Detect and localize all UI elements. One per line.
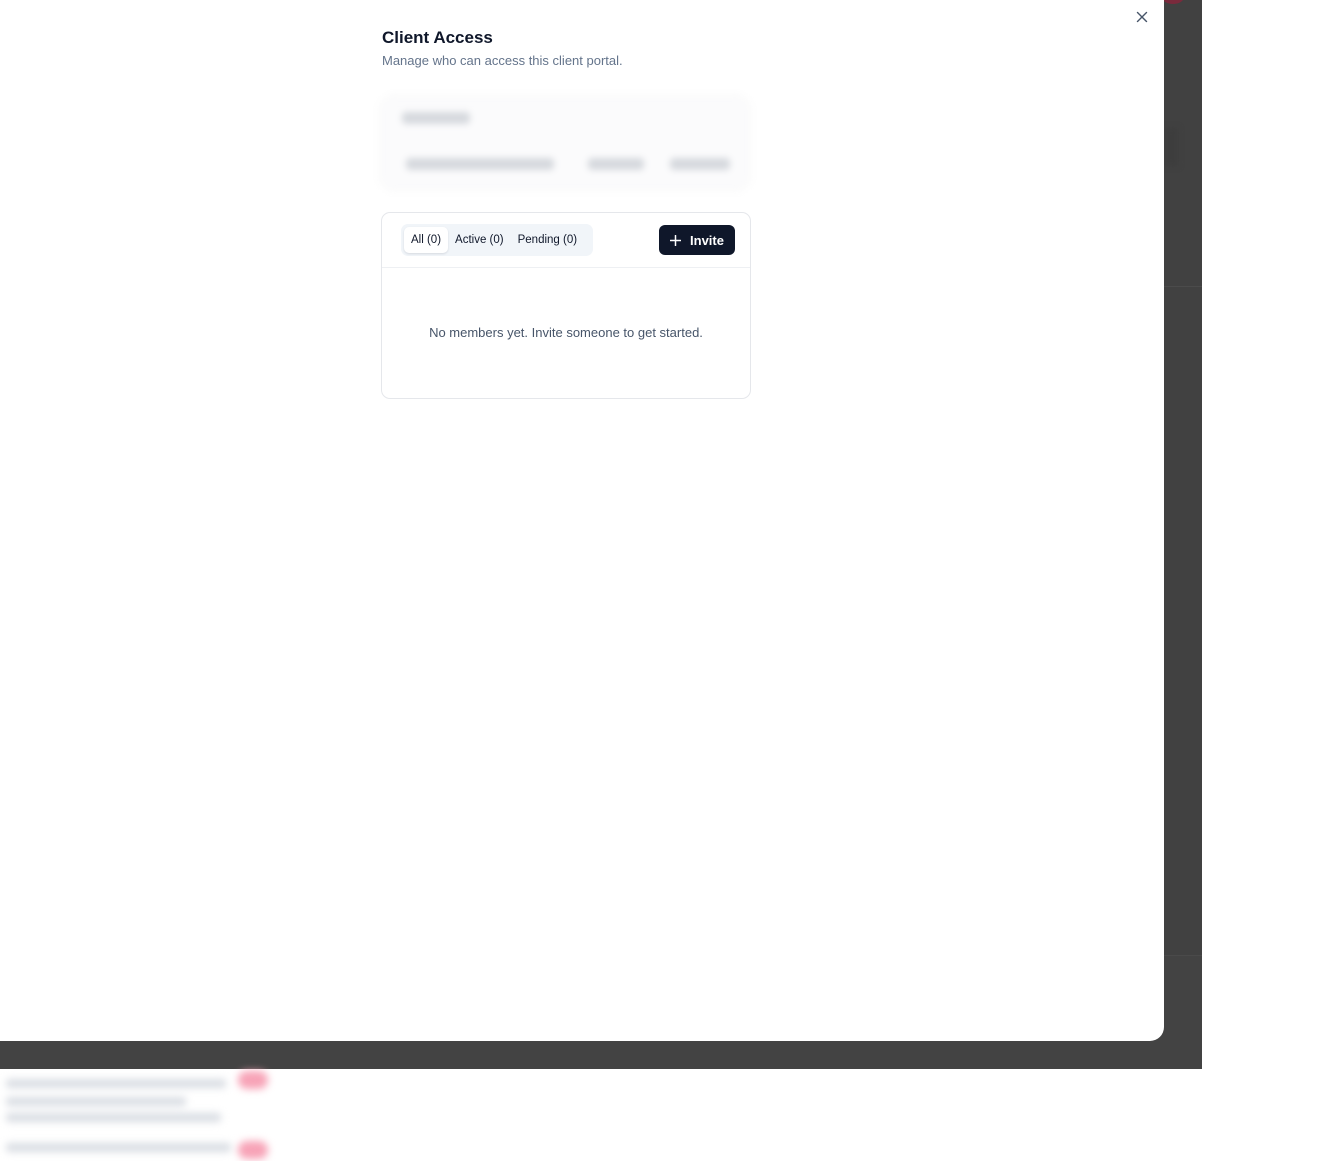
loading-skeleton	[372, 92, 760, 192]
members-panel-header: All (0) Active (0) Pending (0) Invite	[382, 213, 750, 268]
members-panel: All (0) Active (0) Pending (0) Invite No…	[381, 212, 751, 399]
background-row	[1164, 128, 1178, 166]
background-divider	[1164, 286, 1202, 287]
modal-subtitle: Manage who can access this client portal…	[382, 53, 623, 68]
tab-active[interactable]: Active (0)	[448, 227, 511, 253]
tab-all[interactable]: All (0)	[404, 227, 449, 253]
modal-title: Client Access	[382, 28, 493, 47]
invite-button-label: Invite	[690, 232, 724, 248]
close-button[interactable]	[1130, 7, 1154, 31]
plus-icon	[670, 234, 682, 246]
tab-pending[interactable]: Pending (0)	[511, 227, 584, 253]
invite-button[interactable]: Invite	[659, 225, 735, 255]
background-list-blurred	[0, 1069, 300, 1161]
close-icon	[1136, 10, 1148, 28]
member-filter-tabs: All (0) Active (0) Pending (0)	[401, 224, 593, 256]
client-access-modal: Client Access Manage who can access this…	[0, 0, 1164, 1041]
empty-state-message: No members yet. Invite someone to get st…	[429, 325, 703, 340]
